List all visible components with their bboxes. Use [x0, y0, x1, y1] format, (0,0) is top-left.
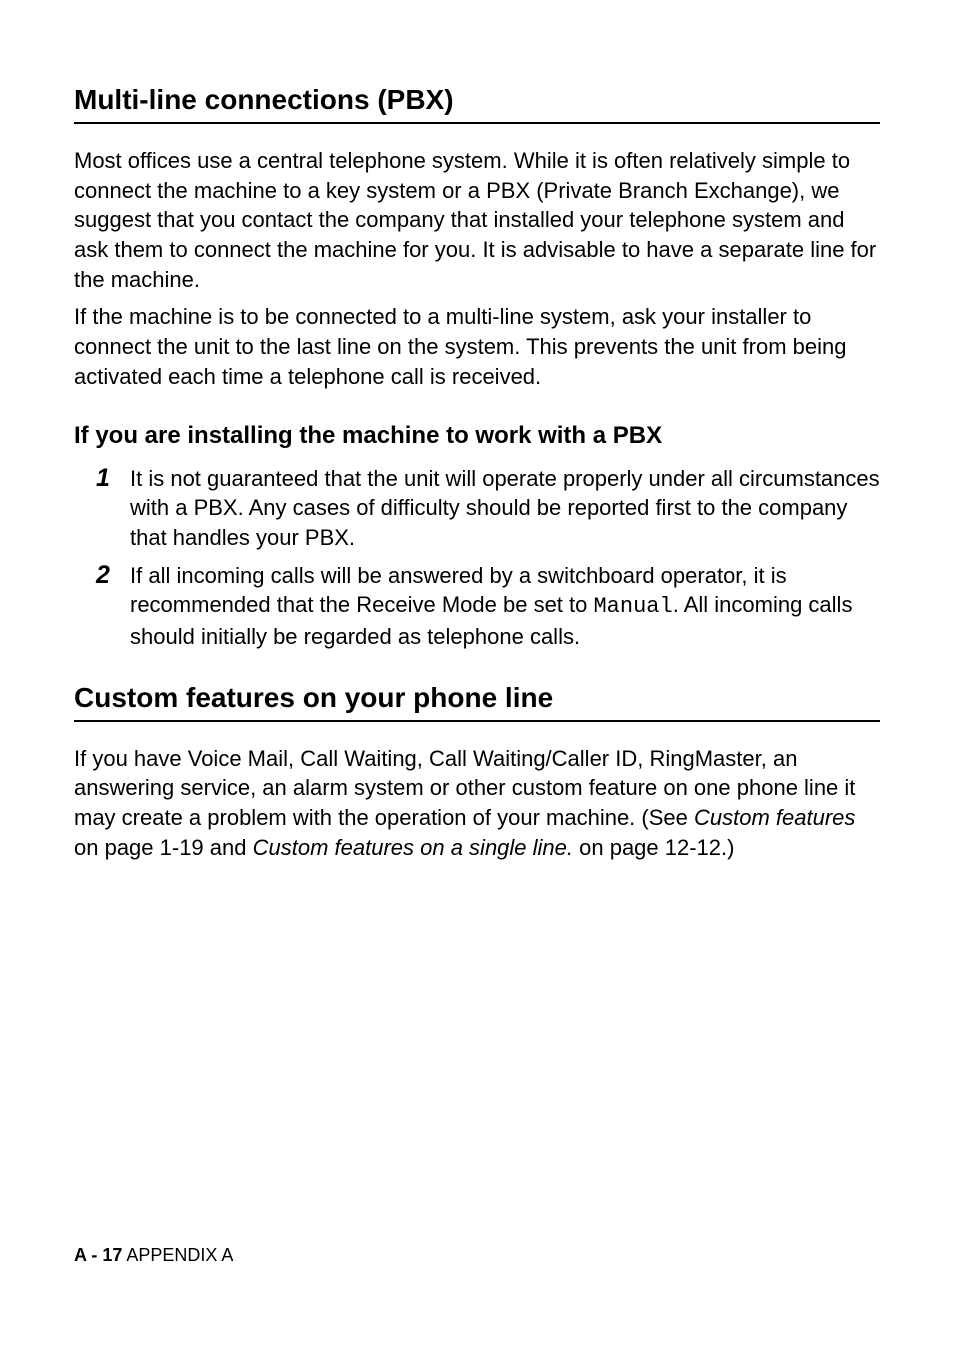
section-heading-custom-features: Custom features on your phone line [74, 682, 880, 722]
custom-features-paragraph: If you have Voice Mail, Call Waiting, Ca… [74, 744, 880, 863]
section-heading-pbx: Multi-line connections (PBX) [74, 84, 880, 124]
footer-page-number: A - 17 [74, 1245, 122, 1265]
paragraph-intro-2: If the machine is to be connected to a m… [74, 302, 880, 391]
custom-text-3: on page 12-12.) [573, 835, 734, 860]
paragraph-intro-1: Most offices use a central telephone sys… [74, 146, 880, 294]
list-text-1: It is not guaranteed that the unit will … [130, 466, 880, 550]
list-number-2: 2 [96, 559, 110, 593]
list-mono-manual: Manual [593, 594, 672, 619]
custom-text-2: on page 1-19 and [74, 835, 253, 860]
list-number-1: 1 [96, 462, 110, 496]
subsection-heading-pbx-install: If you are installing the machine to wor… [74, 422, 880, 450]
pbx-steps-list: 1 It is not guaranteed that the unit wil… [74, 464, 880, 652]
list-item: 2 If all incoming calls will be answered… [94, 561, 880, 652]
footer-label: APPENDIX A [122, 1245, 233, 1265]
page-footer: A - 17 APPENDIX A [74, 1245, 233, 1266]
list-item: 1 It is not guaranteed that the unit wil… [94, 464, 880, 553]
custom-italic-1: Custom features [694, 805, 855, 830]
custom-italic-2: Custom features on a single line. [253, 835, 573, 860]
